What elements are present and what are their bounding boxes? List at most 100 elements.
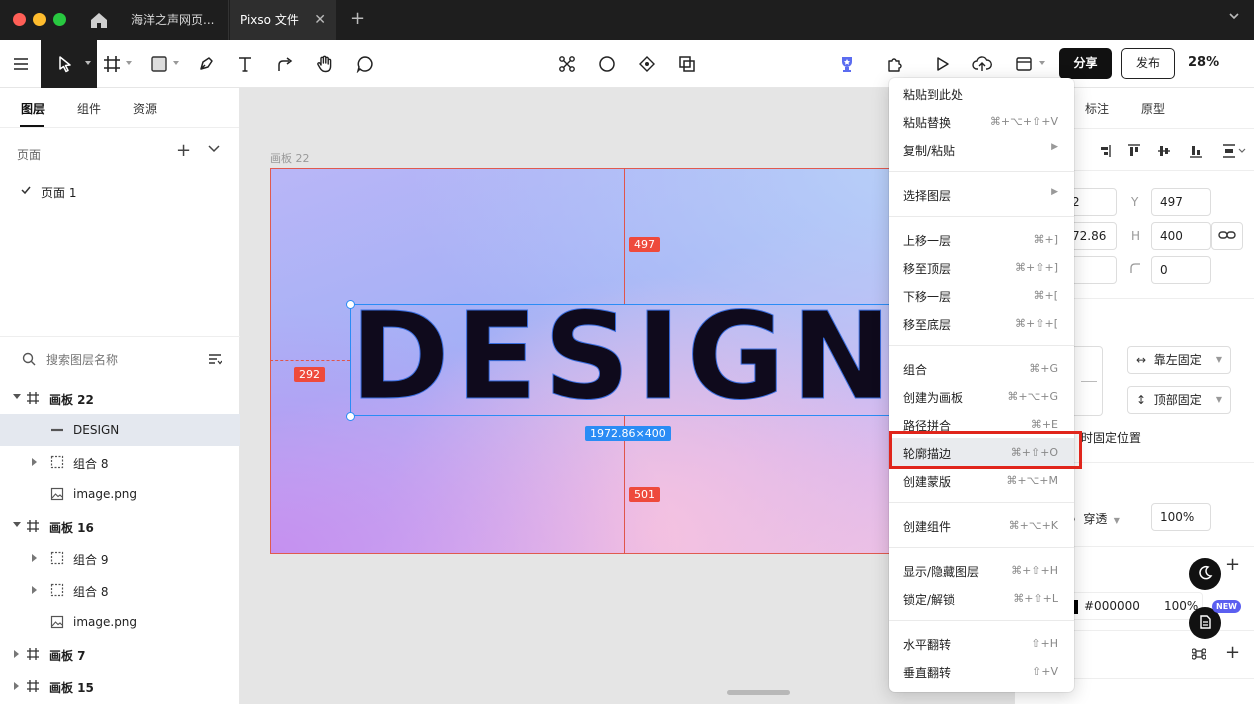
resize-handle[interactable] [346, 300, 355, 309]
tab-ocean-site[interactable]: 海洋之声网页... [121, 0, 229, 40]
menu-item-flip-vertical[interactable]: 垂直翻转 ⇧+V [889, 657, 1074, 685]
component-icon[interactable] [555, 52, 579, 76]
comment-tool-icon[interactable] [353, 52, 377, 76]
zoom-level[interactable]: 28% [1188, 55, 1219, 70]
hand-tool-icon[interactable] [313, 52, 337, 76]
add-page-button[interactable]: + [176, 140, 191, 161]
connector-tool-icon[interactable] [273, 52, 297, 76]
distribute-icon[interactable] [1222, 144, 1246, 161]
y-input[interactable]: 497 [1151, 188, 1211, 216]
layer-row[interactable]: 组合 9 [0, 542, 240, 574]
menu-item-bring-to-front[interactable]: 移至顶层 ⌘+⇧+] [889, 253, 1074, 281]
menu-item-create-frame[interactable]: 创建为画板 ⌘+⌥+G [889, 382, 1074, 410]
page-item[interactable]: 页面 1 [0, 176, 240, 206]
chevron-down-icon[interactable] [1228, 10, 1240, 26]
chevron-down-icon[interactable] [1039, 61, 1045, 65]
mask-icon[interactable] [595, 52, 619, 76]
boolean-icon[interactable] [635, 52, 659, 76]
filter-icon[interactable] [208, 352, 223, 369]
cloud-upload-icon[interactable] [970, 52, 994, 76]
add-tab-button[interactable]: + [350, 0, 365, 40]
layout-icon[interactable] [1012, 52, 1036, 76]
menu-item-send-to-back[interactable]: 移至底层 ⌘+⇧+[ [889, 309, 1074, 337]
layer-row[interactable]: 画板 7 [0, 638, 240, 670]
close-icon[interactable]: ✕ [314, 0, 326, 40]
fill-hex[interactable]: #000000 [1084, 599, 1140, 613]
menu-item-select-layer[interactable]: 选择图层 ▶ [889, 180, 1074, 208]
layer-row[interactable]: DESIGN [0, 414, 240, 446]
add-stroke-button[interactable]: + [1225, 642, 1240, 663]
menu-item-show-hide-layer[interactable]: 显示/隐藏图层 ⌘+⇧+H [889, 556, 1074, 584]
align-top-icon[interactable] [1127, 144, 1141, 161]
pen-tool-icon[interactable] [194, 52, 218, 76]
minimize-window-button[interactable] [33, 13, 46, 26]
tab-inspect[interactable]: 标注 [1085, 100, 1109, 117]
align-middle-icon[interactable] [1157, 144, 1171, 161]
fill-row[interactable]: #000000 100% [1063, 592, 1203, 620]
chevron-down-icon[interactable] [173, 61, 179, 65]
add-fill-button[interactable]: + [1225, 554, 1240, 575]
close-window-button[interactable] [13, 13, 26, 26]
expand-arrow-icon[interactable] [14, 650, 19, 658]
corner-radius-input[interactable]: 0 [1151, 256, 1211, 284]
layer-row[interactable]: 组合 8 [0, 574, 240, 606]
menu-item-create-component[interactable]: 创建组件 ⌘+⌥+K [889, 511, 1074, 539]
layer-row[interactable]: 画板 16 [0, 510, 240, 542]
style-icon[interactable] [1191, 647, 1207, 664]
expand-arrow-icon[interactable] [32, 554, 37, 562]
trophy-icon[interactable] [835, 52, 859, 76]
frame-label[interactable]: 画板 22 [270, 150, 310, 166]
home-icon[interactable] [88, 9, 110, 31]
publish-button[interactable]: 发布 [1121, 48, 1175, 79]
maximize-window-button[interactable] [53, 13, 66, 26]
expand-arrow-icon[interactable] [13, 522, 21, 527]
tab-pixso-file[interactable]: Pixso 文件 ✕ [230, 0, 336, 40]
constrain-proportions-button[interactable] [1211, 222, 1243, 250]
union-icon[interactable] [675, 52, 699, 76]
layer-row[interactable]: image.png [0, 478, 240, 510]
frame-tool-icon[interactable] [100, 52, 124, 76]
text-tool-icon[interactable] [233, 52, 257, 76]
search-input[interactable] [46, 350, 196, 370]
menu-item-bring-forward[interactable]: 上移一层 ⌘+] [889, 225, 1074, 253]
expand-arrow-icon[interactable] [32, 586, 37, 594]
menu-item-lock-unlock[interactable]: 锁定/解锁 ⌘+⇧+L [889, 584, 1074, 612]
expand-arrow-icon[interactable] [14, 682, 19, 690]
play-icon[interactable] [930, 52, 954, 76]
selection-box[interactable] [350, 304, 910, 416]
expand-arrow-icon[interactable] [32, 458, 37, 466]
layer-opacity-input[interactable]: 100% [1151, 503, 1211, 531]
align-right-icon[interactable] [1097, 144, 1111, 161]
layer-row[interactable]: 画板 22 [0, 382, 240, 414]
height-input[interactable]: 400 [1151, 222, 1211, 250]
chevron-down-icon[interactable] [126, 61, 132, 65]
horizontal-constraint-select[interactable]: ↔ 靠左固定 ▼ [1127, 346, 1231, 374]
resize-handle[interactable] [346, 412, 355, 421]
align-bottom-icon[interactable] [1189, 144, 1203, 161]
menu-item-send-backward[interactable]: 下移一层 ⌘+[ [889, 281, 1074, 309]
menu-item-create-mask[interactable]: 创建蒙版 ⌘+⌥+M [889, 466, 1074, 494]
layer-row[interactable]: 画板 15 [0, 670, 240, 702]
expand-arrow-icon[interactable] [13, 394, 21, 399]
blend-mode-select[interactable]: ⟩ 穿透 ▼ [1071, 510, 1120, 527]
fixed-position-label[interactable]: 时固定位置 [1081, 429, 1141, 446]
move-tool-button[interactable] [41, 40, 97, 88]
dark-mode-toggle[interactable] [1189, 558, 1221, 590]
vertical-constraint-select[interactable]: ↕ 顶部固定 ▼ [1127, 386, 1231, 414]
share-button[interactable]: 分享 [1059, 48, 1112, 79]
horizontal-scrollbar[interactable] [727, 690, 790, 695]
tab-layers[interactable]: 图层 [21, 100, 45, 117]
fill-swatch[interactable] [1074, 600, 1078, 614]
hamburger-menu-icon[interactable] [9, 52, 33, 76]
chevron-down-icon[interactable] [208, 142, 220, 156]
tab-components[interactable]: 组件 [77, 100, 101, 117]
layer-row[interactable]: 组合 8 [0, 446, 240, 478]
menu-item-copy-paste[interactable]: 复制/粘贴 ▶ [889, 135, 1074, 163]
menu-item-flip-horizontal[interactable]: 水平翻转 ⇧+H [889, 629, 1074, 657]
rectangle-tool-icon[interactable] [147, 52, 171, 76]
layer-row[interactable]: image.png [0, 606, 240, 638]
menu-item-group[interactable]: 组合 ⌘+G [889, 354, 1074, 382]
menu-item-paste-replace[interactable]: 粘贴替换 ⌘+⌥+⇧+V [889, 107, 1074, 135]
plugin-icon[interactable] [883, 52, 907, 76]
menu-item-paste-here[interactable]: 粘贴到此处 [889, 79, 1074, 107]
